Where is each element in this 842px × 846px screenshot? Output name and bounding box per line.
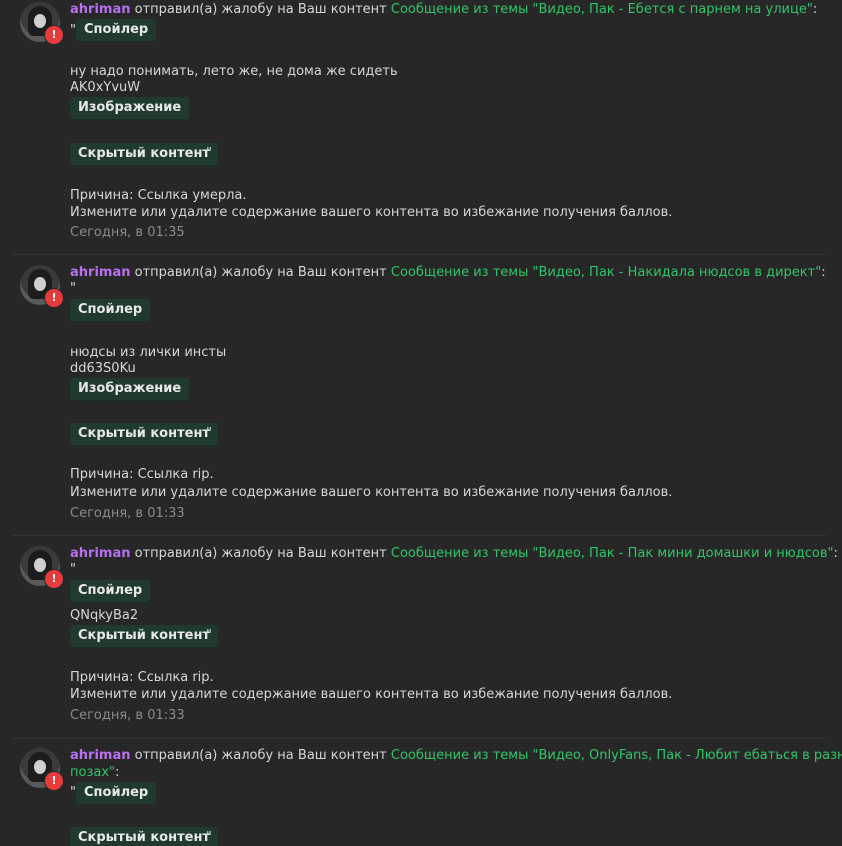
post-code: AK0xYvuW (70, 80, 141, 95)
hidden-content-button[interactable]: Скрытый контент (70, 423, 218, 445)
reason-text: Причина: Ссылка умерла. (70, 188, 247, 203)
post-text: нюдсы из лички инсты (70, 345, 227, 360)
colon: : (833, 546, 838, 561)
spoiler-button[interactable]: Спойлер (70, 580, 151, 602)
alert-item: ! ahriman отправил(а) жалобу на Ваш конт… (0, 255, 826, 535)
alert-header: ahriman отправил(а) жалобу на Ваш контен… (70, 265, 826, 281)
alert-item: ! ahriman отправил(а) жалобу на Ваш конт… (0, 0, 826, 254)
instruction-text: Измените или удалите содержание вашего к… (70, 205, 673, 220)
username-link[interactable]: ahriman (70, 546, 130, 561)
hidden-content-button[interactable]: Скрытый контент (70, 827, 218, 846)
username-link[interactable]: ahriman (70, 265, 130, 280)
username-link[interactable]: ahriman (70, 748, 130, 763)
topic-link[interactable]: Сообщение из темы "Видео, OnlyFans, Пак … (391, 748, 842, 763)
hidden-content-button[interactable]: Скрытый контент (70, 625, 218, 647)
avatar[interactable]: ! (20, 265, 64, 308)
alert-icon: ! (44, 288, 64, 308)
spoiler-button[interactable]: Спойлер (70, 299, 151, 321)
hidden-content-button[interactable]: Скрытый контент (70, 143, 218, 165)
quote-mark: " (206, 628, 212, 643)
alert-item: ! ahriman отправил(а) жалобу на Ваш конт… (0, 536, 838, 738)
spoiler-button[interactable]: Спойлер (76, 19, 157, 41)
topic-link[interactable]: Сообщение из темы "Видео, Пак - Пак мини… (391, 546, 834, 561)
username-link[interactable]: ahriman (70, 2, 130, 17)
avatar[interactable]: ! (20, 748, 64, 791)
colon: : (821, 265, 826, 280)
alert-icon: ! (44, 25, 64, 45)
reason-text: Причина: Ссылка rip. (70, 670, 214, 685)
quote-mark: " (70, 281, 76, 296)
timestamp[interactable]: Сегодня, в 01:33 (70, 506, 185, 522)
alert-action-text: отправил(а) жалобу на Ваш контент (134, 2, 387, 17)
instruction-text: Измените или удалите содержание вашего к… (70, 687, 673, 702)
alert-action-text: отправил(а) жалобу на Ваш контент (134, 748, 387, 763)
instruction-text: Измените или удалите содержание вашего к… (70, 485, 673, 500)
alert-header: ahriman отправил(а) жалобу на Ваш контен… (70, 2, 817, 18)
timestamp[interactable]: Сегодня, в 01:33 (70, 708, 185, 724)
colon: : (812, 2, 818, 17)
image-button[interactable]: Изображение (70, 378, 190, 400)
quote-mark: " (206, 146, 212, 161)
avatar[interactable]: ! (20, 546, 64, 589)
post-text: ну надо понимать, лето же, не дома же си… (70, 64, 398, 79)
colon: : (115, 765, 120, 780)
post-code: QNqkyBa2 (70, 608, 139, 623)
alert-header-cont: позах": (70, 765, 119, 781)
quote-mark: " (206, 830, 212, 845)
timestamp[interactable]: Сегодня, в 01:35 (70, 225, 185, 241)
post-code: dd63S0Ku (70, 361, 136, 376)
spoiler-button[interactable]: Спойлер (76, 782, 157, 804)
avatar[interactable]: ! (20, 2, 64, 45)
alert-header: ahriman отправил(а) жалобу на Ваш контен… (70, 748, 842, 764)
alert-icon: ! (44, 569, 64, 589)
topic-link-cont[interactable]: позах" (70, 765, 115, 780)
alert-item: ! ahriman отправил(а) жалобу на Ваш конт… (0, 739, 842, 846)
alert-action-text: отправил(а) жалобу на Ваш контент (134, 265, 387, 280)
alert-header: ahriman отправил(а) жалобу на Ваш контен… (70, 546, 838, 562)
quote-mark: " (70, 562, 76, 577)
image-button[interactable]: Изображение (70, 97, 190, 119)
reason-text: Причина: Ссылка rip. (70, 467, 214, 482)
topic-link[interactable]: Сообщение из темы "Видео, Пак - Накидала… (391, 265, 821, 280)
quote-mark: " (206, 426, 212, 441)
alerts-feed: ! ahriman отправил(а) жалобу на Ваш конт… (0, 0, 842, 846)
alert-icon: ! (44, 771, 64, 791)
alert-action-text: отправил(а) жалобу на Ваш контент (134, 546, 387, 561)
topic-link[interactable]: Сообщение из темы "Видео, Пак - Ебется с… (391, 2, 813, 17)
